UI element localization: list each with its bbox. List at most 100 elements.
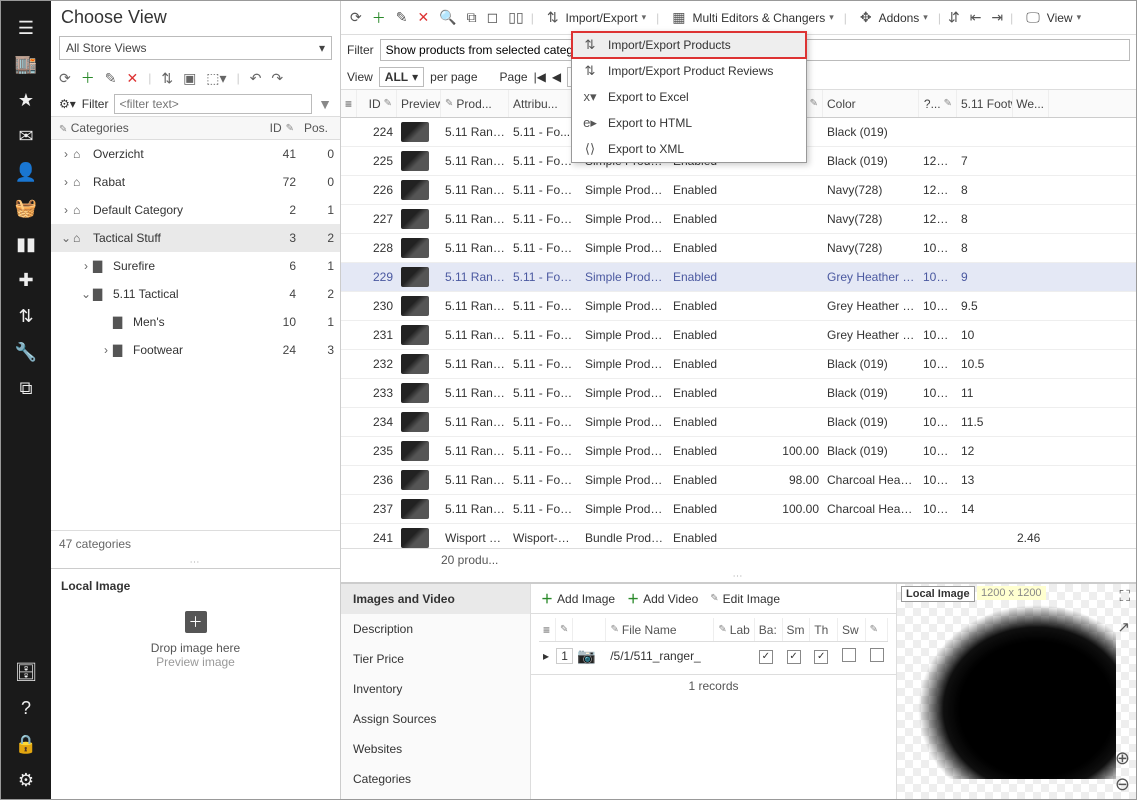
edit-icon[interactable]: ✎ bbox=[393, 7, 411, 28]
inbox-icon[interactable]: ✉ bbox=[9, 119, 43, 153]
thumb-checkbox[interactable]: ✓ bbox=[814, 650, 828, 664]
table-row[interactable]: 2265.11 Range...5.11 - Foot...Simple Pro… bbox=[341, 176, 1136, 205]
base-checkbox[interactable]: ✓ bbox=[759, 650, 773, 664]
cart-icon[interactable]: 🧺 bbox=[9, 191, 43, 225]
table-row[interactable]: 2365.11 Range...5.11 - Foot...Simple Pro… bbox=[341, 466, 1136, 495]
menu-item[interactable]: ⟨⟩Export to XML bbox=[572, 136, 806, 162]
tree-item[interactable]: ›⌂Rabat720 bbox=[51, 168, 340, 196]
table-row[interactable]: 2335.11 Range...5.11 - Foot...Simple Pro… bbox=[341, 379, 1136, 408]
store-view-select[interactable]: All Store Views▾ bbox=[59, 36, 332, 60]
edit-icon[interactable]: ✎ bbox=[105, 70, 117, 87]
columns-icon[interactable]: ▯▯ bbox=[505, 7, 526, 28]
table-row[interactable]: 2325.11 Range...5.11 - Foot...Simple Pro… bbox=[341, 350, 1136, 379]
help-icon[interactable]: ? bbox=[9, 691, 43, 725]
user-icon[interactable]: 👤 bbox=[9, 155, 43, 189]
table-row[interactable]: 2355.11 Range...5.11 - Foot...Simple Pro… bbox=[341, 437, 1136, 466]
filter-input[interactable] bbox=[114, 94, 312, 114]
chevron-icon[interactable]: ⌄ bbox=[79, 287, 93, 301]
indent-icon[interactable]: ⇤ bbox=[967, 7, 985, 28]
tree-item[interactable]: ⌄⌂Tactical Stuff32 bbox=[51, 224, 340, 252]
copy-icon[interactable]: ⧉ bbox=[9, 371, 43, 405]
search-icon[interactable]: 🔍 bbox=[436, 7, 459, 28]
tree-item[interactable]: ›⌂Overzicht410 bbox=[51, 140, 340, 168]
add-video-button[interactable]: ＋Add Video bbox=[627, 590, 698, 607]
tab-inventory[interactable]: Inventory bbox=[341, 674, 530, 704]
refresh-icon[interactable]: ⟳ bbox=[59, 70, 71, 87]
store-icon[interactable]: 🏬 bbox=[9, 47, 43, 81]
puzzle-icon[interactable]: ✚ bbox=[9, 263, 43, 297]
tree-item[interactable]: ›▇Footwear243 bbox=[51, 336, 340, 364]
table-row[interactable]: 2375.11 Range...5.11 - Foot...Simple Pro… bbox=[341, 495, 1136, 524]
updown-icon[interactable]: ⇅ bbox=[9, 299, 43, 333]
zoom-in-icon[interactable]: ⊕ bbox=[1115, 748, 1130, 769]
select-column[interactable]: ≡ bbox=[341, 90, 357, 117]
star-icon[interactable]: ★ bbox=[9, 83, 43, 117]
table-row[interactable]: 2275.11 Range...5.11 - Foot...Simple Pro… bbox=[341, 205, 1136, 234]
chevron-icon[interactable]: › bbox=[59, 203, 73, 217]
image-icon[interactable]: ▣ bbox=[183, 70, 196, 87]
table-row[interactable]: 241Wisport Cr...Wisport-Ru...Bundle Prod… bbox=[341, 524, 1136, 548]
outdent-icon[interactable]: ⇥ bbox=[988, 7, 1006, 28]
view-button[interactable]: 🖵View▾ bbox=[1017, 5, 1087, 30]
perpage-select[interactable]: ALL▾ bbox=[379, 67, 424, 87]
swatch-checkbox[interactable] bbox=[842, 648, 856, 662]
splitter[interactable]: ⋯ bbox=[341, 571, 1136, 582]
tab-categories[interactable]: Categories bbox=[341, 764, 530, 794]
chevron-icon[interactable]: › bbox=[79, 259, 93, 273]
tree-item[interactable]: ⌄▇5.11 Tactical42 bbox=[51, 280, 340, 308]
refresh-icon[interactable]: ⟳ bbox=[347, 7, 365, 28]
undo-icon[interactable]: ↶ bbox=[250, 70, 262, 87]
gear-icon[interactable]: ⚙▾ bbox=[59, 97, 76, 111]
table-row[interactable]: 2285.11 Range...5.11 - Foot...Simple Pro… bbox=[341, 234, 1136, 263]
lock-icon[interactable]: 🔒 bbox=[9, 727, 43, 761]
chevron-icon[interactable]: › bbox=[59, 147, 73, 161]
zoom-out-icon[interactable]: ⊖ bbox=[1115, 774, 1130, 795]
menu-item[interactable]: x▾Export to Excel bbox=[572, 84, 806, 110]
delete-icon[interactable]: ✕ bbox=[126, 70, 138, 87]
funnel-icon[interactable]: ▼ bbox=[318, 96, 332, 112]
import-export-button[interactable]: ⇅Import/Export▾ bbox=[538, 5, 652, 30]
export-icon[interactable]: ⬚▾ bbox=[206, 70, 226, 87]
redo-icon[interactable]: ↷ bbox=[271, 70, 283, 87]
tree-item[interactable]: ›⌂Default Category21 bbox=[51, 196, 340, 224]
multi-editors-button[interactable]: ▦Multi Editors & Changers▾ bbox=[663, 5, 840, 30]
menu-item[interactable]: ⇅Import/Export Product Reviews bbox=[572, 58, 806, 84]
menu-item[interactable]: e▸Export to HTML bbox=[572, 110, 806, 136]
tab-images-and-video[interactable]: Images and Video bbox=[341, 584, 530, 614]
add-icon[interactable]: ＋ bbox=[81, 68, 95, 88]
chevron-icon[interactable]: › bbox=[59, 175, 73, 189]
edit-image-button[interactable]: ✎Edit Image bbox=[710, 592, 780, 606]
tree-item[interactable]: ▇Men's101 bbox=[51, 308, 340, 336]
table-row[interactable]: 2295.11 Range...5.11 - Foot...Simple Pro… bbox=[341, 263, 1136, 292]
chevron-icon[interactable]: ⌄ bbox=[59, 231, 73, 245]
tab-websites[interactable]: Websites bbox=[341, 734, 530, 764]
delete-icon[interactable]: ✕ bbox=[414, 7, 432, 28]
table-row[interactable]: 2315.11 Range...5.11 - Foot...Simple Pro… bbox=[341, 321, 1136, 350]
prev-page-icon[interactable]: ◀ bbox=[552, 70, 561, 84]
chart-icon[interactable]: ▮▮ bbox=[9, 227, 43, 261]
tab-tier-price[interactable]: Tier Price bbox=[341, 644, 530, 674]
splitter[interactable]: ⋯ bbox=[51, 557, 340, 568]
sort-icon[interactable]: ⇵ bbox=[945, 7, 963, 28]
menu-item[interactable]: ⇅Import/Export Products bbox=[572, 32, 806, 58]
tab-description[interactable]: Description bbox=[341, 614, 530, 644]
tree-item[interactable]: ›▇Surefire61 bbox=[51, 252, 340, 280]
expand-icon[interactable]: ⛶ bbox=[1119, 588, 1130, 605]
updown-icon[interactable]: ⇅ bbox=[161, 70, 173, 87]
add-image-button[interactable]: ＋Add Image bbox=[541, 590, 615, 607]
drawer-icon[interactable]: 🗄 bbox=[9, 655, 43, 689]
window-icon[interactable]: ◻ bbox=[484, 7, 502, 28]
table-row[interactable]: 2305.11 Range...5.11 - Foot...Simple Pro… bbox=[341, 292, 1136, 321]
file-row[interactable]: ▸ 1 📷 /5/1/511_ranger_ ✓ ✓ ✓ bbox=[539, 642, 888, 670]
wrench-icon[interactable]: 🔧 bbox=[9, 335, 43, 369]
small-checkbox[interactable]: ✓ bbox=[787, 650, 801, 664]
addons-button[interactable]: ✥Addons▾ bbox=[851, 5, 934, 30]
table-row[interactable]: 2345.11 Range...5.11 - Foot...Simple Pro… bbox=[341, 408, 1136, 437]
external-icon[interactable]: ↗ bbox=[1117, 618, 1130, 636]
menu-icon[interactable]: ☰ bbox=[9, 11, 43, 45]
tab-assign-sources[interactable]: Assign Sources bbox=[341, 704, 530, 734]
add-image-icon[interactable]: ＋ bbox=[185, 611, 207, 633]
extra-checkbox[interactable] bbox=[870, 648, 884, 662]
chevron-icon[interactable]: › bbox=[99, 343, 113, 357]
gear-icon[interactable]: ⚙ bbox=[9, 763, 43, 797]
